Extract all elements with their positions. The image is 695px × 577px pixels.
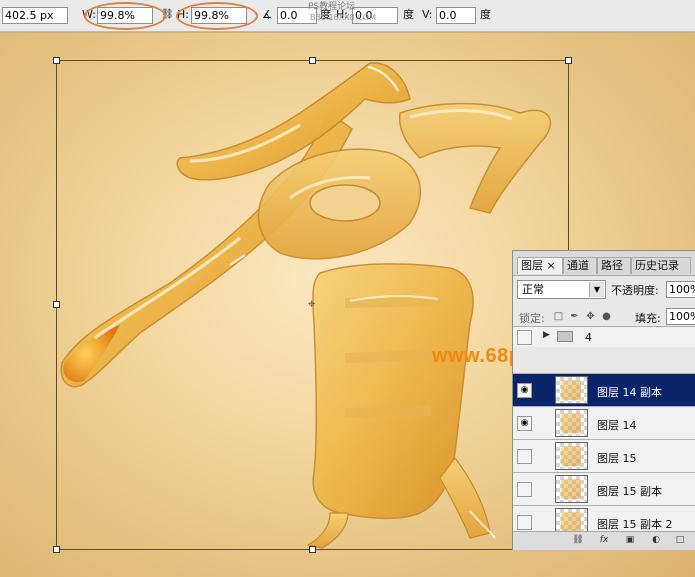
layer-row-group-4[interactable]: ▶ 4 — [513, 326, 695, 347]
new-group-icon[interactable]: □ — [673, 534, 687, 547]
lock-label: 锁定: — [519, 312, 545, 325]
chevron-down-icon: ▼ — [589, 282, 604, 297]
transform-center-point-icon[interactable]: ⌖ — [305, 298, 318, 311]
layer-thumbnail — [555, 376, 588, 404]
layer-name: 图层 14 — [597, 419, 637, 432]
transform-handle[interactable] — [309, 57, 316, 64]
transform-handle[interactable] — [309, 546, 316, 553]
width-highlight-circle — [84, 2, 166, 30]
transform-handle[interactable] — [53, 57, 60, 64]
transform-options-bar: 402.5 px W: 99.8% ⛓ H: 99.8% ∡ 0.0 度 H: … — [0, 0, 695, 32]
lock-transparency-icon[interactable]: □ — [553, 311, 564, 322]
layer-name: 图层 14 副本 — [597, 386, 662, 399]
add-mask-icon[interactable]: ▣ — [623, 534, 637, 547]
folder-icon — [557, 331, 573, 342]
layer-name: 图层 15 副本 2 — [597, 518, 673, 531]
lock-position-icon[interactable]: ✥ — [585, 311, 596, 322]
layer-row[interactable]: 图层 15 — [513, 439, 695, 472]
layers-panel: 图层 × 通道 路径 历史记录 正常 ▼ 不透明度: 100% 锁定: □ ✒ … — [512, 250, 695, 550]
blend-mode-value: 正常 — [522, 283, 544, 296]
horizontal-skew-degree-label: 度 — [403, 8, 414, 21]
layers-panel-footer: ⛓ fx ▣ ◐ □ — [513, 531, 695, 550]
blend-mode-select[interactable]: 正常 ▼ — [517, 280, 606, 299]
tab-channels[interactable]: 通道 — [563, 257, 597, 274]
visibility-toggle[interactable] — [517, 515, 532, 530]
tab-history[interactable]: 历史记录 — [631, 257, 691, 274]
transform-handle[interactable] — [565, 57, 572, 64]
layer-name: 4 — [585, 331, 592, 344]
opacity-label: 不透明度: — [611, 284, 659, 297]
layer-thumbnail — [555, 442, 588, 470]
layer-row[interactable]: 图层 15 副本 — [513, 472, 695, 505]
lock-all-icon[interactable]: ● — [601, 311, 612, 322]
visibility-toggle[interactable] — [517, 330, 532, 345]
layer-name: 图层 15 — [597, 452, 637, 465]
forum-watermark: PS教程论坛 — [308, 2, 356, 12]
panel-tabs: 图层 × 通道 路径 历史记录 — [513, 251, 695, 276]
close-icon[interactable]: × — [547, 259, 556, 272]
y-position-field[interactable]: 402.5 px — [2, 7, 68, 24]
transform-handle[interactable] — [53, 546, 60, 553]
opacity-field[interactable]: 100% — [666, 281, 695, 298]
eye-icon[interactable]: ◉ — [517, 416, 532, 431]
lock-image-icon[interactable]: ✒ — [569, 311, 580, 322]
transform-handle[interactable] — [53, 301, 60, 308]
adjustment-layer-icon[interactable]: ◐ — [649, 534, 663, 547]
fill-label: 填充: — [635, 312, 661, 325]
fx-icon[interactable]: fx — [597, 534, 611, 547]
layer-thumbnail — [555, 409, 588, 437]
eye-icon[interactable]: ◉ — [517, 383, 532, 398]
vertical-skew-degree-label: 度 — [480, 8, 491, 21]
height-highlight-circle — [176, 2, 258, 30]
layer-thumbnail — [555, 475, 588, 503]
tab-paths[interactable]: 路径 — [597, 257, 631, 274]
vertical-skew-field[interactable]: 0.0 — [436, 7, 476, 24]
layer-name: 图层 15 副本 — [597, 485, 662, 498]
link-layers-icon[interactable]: ⛓ — [571, 534, 585, 547]
tab-layers[interactable]: 图层 × — [517, 257, 563, 274]
layer-row[interactable]: ◉ 图层 14 副本 — [513, 373, 695, 406]
fill-field[interactable]: 100% — [666, 308, 695, 325]
tab-label: 图层 — [521, 259, 543, 272]
layer-row[interactable]: ◉ 图层 14 — [513, 406, 695, 439]
vertical-skew-label: V: — [422, 8, 433, 21]
visibility-toggle[interactable] — [517, 449, 532, 464]
visibility-toggle[interactable] — [517, 482, 532, 497]
expand-triangle-icon[interactable]: ▶ — [543, 330, 550, 340]
angle-icon: ∡ — [262, 8, 272, 21]
forum-watermark-url: BBS.16XX8.COM — [310, 13, 377, 22]
